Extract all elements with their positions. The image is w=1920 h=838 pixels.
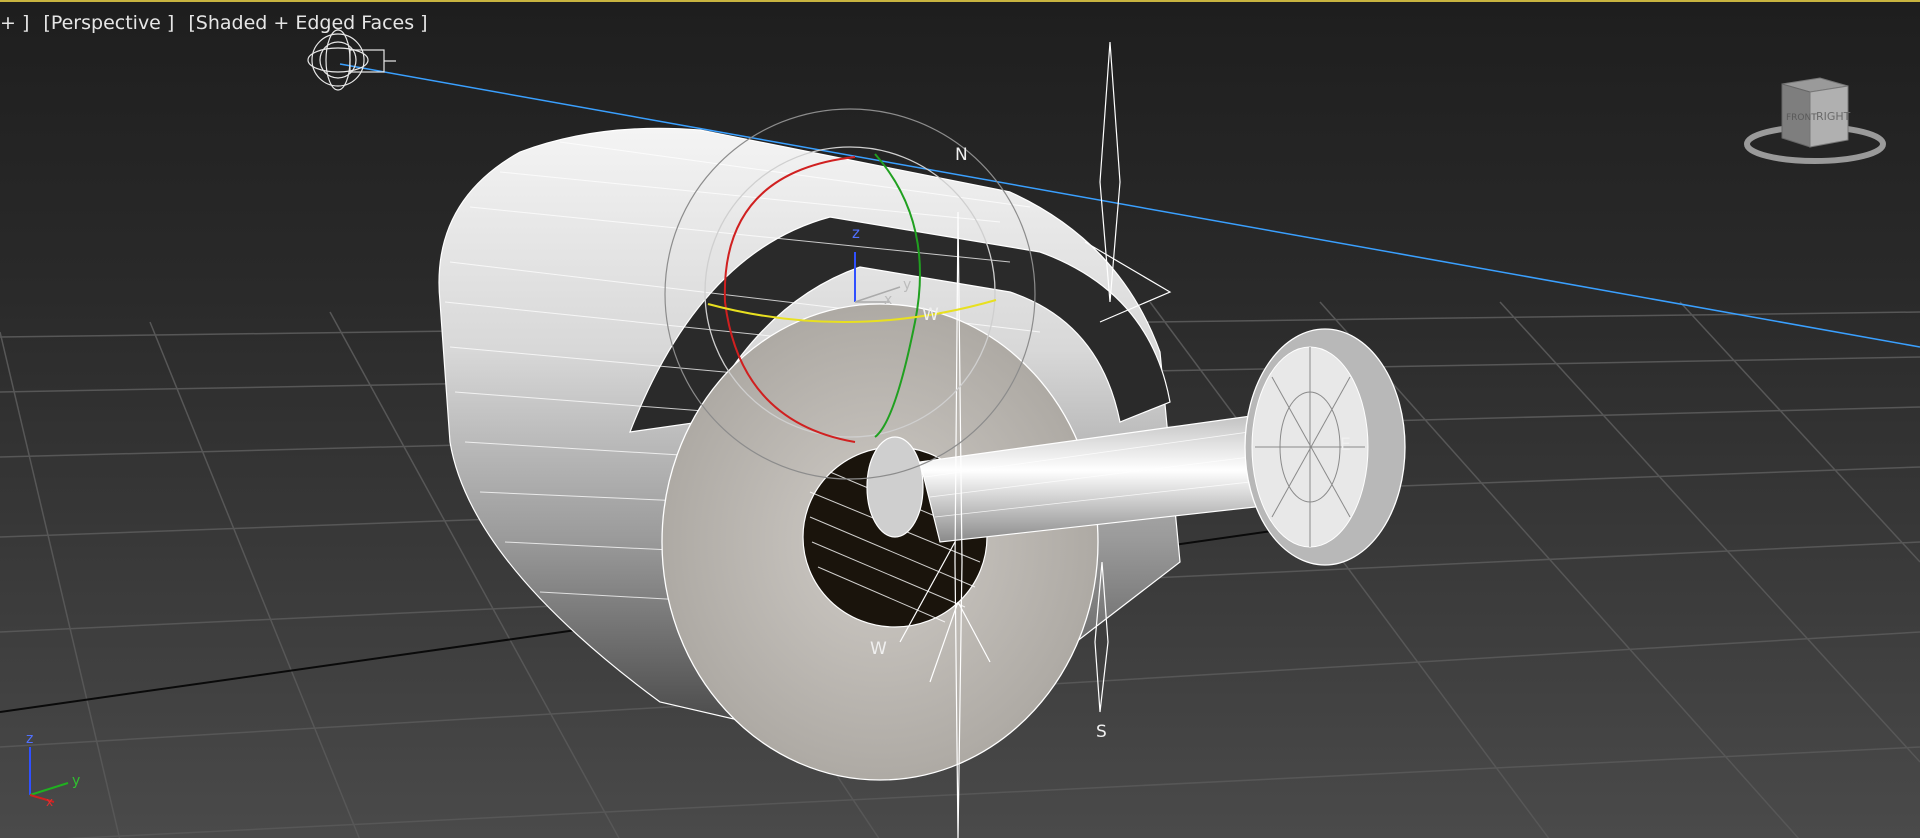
viewcube-front-label: FRONT <box>1786 113 1817 123</box>
viewcube[interactable]: FRONT RIGHT <box>1740 72 1890 172</box>
gizmo-z-label: z <box>852 224 860 242</box>
perspective-viewport[interactable]: + ] [Perspective ] [Shaded + Edged Faces… <box>0 0 1920 838</box>
scene-canvas[interactable]: N S W W E z y x <box>0 2 1920 838</box>
compass-north-label: N <box>955 145 968 165</box>
viewport-label-menu: + ] [Perspective ] [Shaded + Edged Faces… <box>0 12 428 34</box>
world-axis-tripod: z y x <box>20 727 90 809</box>
world-y-label: y <box>72 773 80 789</box>
compass-west-label-bottom: W <box>870 639 887 659</box>
gizmo-x-label: x <box>884 292 892 308</box>
gizmo-y-label: y <box>903 277 911 293</box>
spindle-flange[interactable] <box>1244 328 1406 566</box>
viewcube-right-label: RIGHT <box>1816 110 1851 123</box>
camera-helper-icon[interactable] <box>307 29 396 91</box>
viewport-point-of-view-menu[interactable]: [Perspective ] <box>43 12 174 34</box>
world-z-label: z <box>26 731 33 747</box>
world-x-label: x <box>46 795 53 807</box>
world-y-axis <box>29 782 69 796</box>
cylinder-front-face[interactable] <box>661 303 1099 781</box>
viewport-shading-menu[interactable]: [Shaded + Edged Faces ] <box>188 12 427 34</box>
compass-east-label: E <box>1340 435 1351 455</box>
compass-south-label: S <box>1096 722 1107 742</box>
compass-west-label-top: W <box>922 305 939 325</box>
viewport-general-menu[interactable]: + ] <box>0 12 29 34</box>
